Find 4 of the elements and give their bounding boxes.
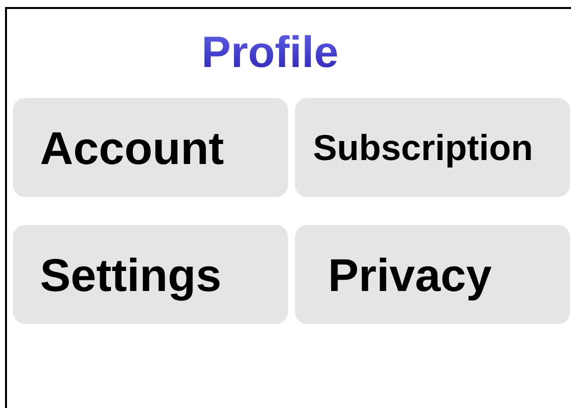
menu-button[interactable]: Privacy <box>295 225 570 324</box>
menu-button[interactable]: Subscription <box>295 98 570 197</box>
menu-button[interactable]: Account <box>13 98 288 197</box>
menu-button[interactable]: Settings <box>13 225 288 324</box>
